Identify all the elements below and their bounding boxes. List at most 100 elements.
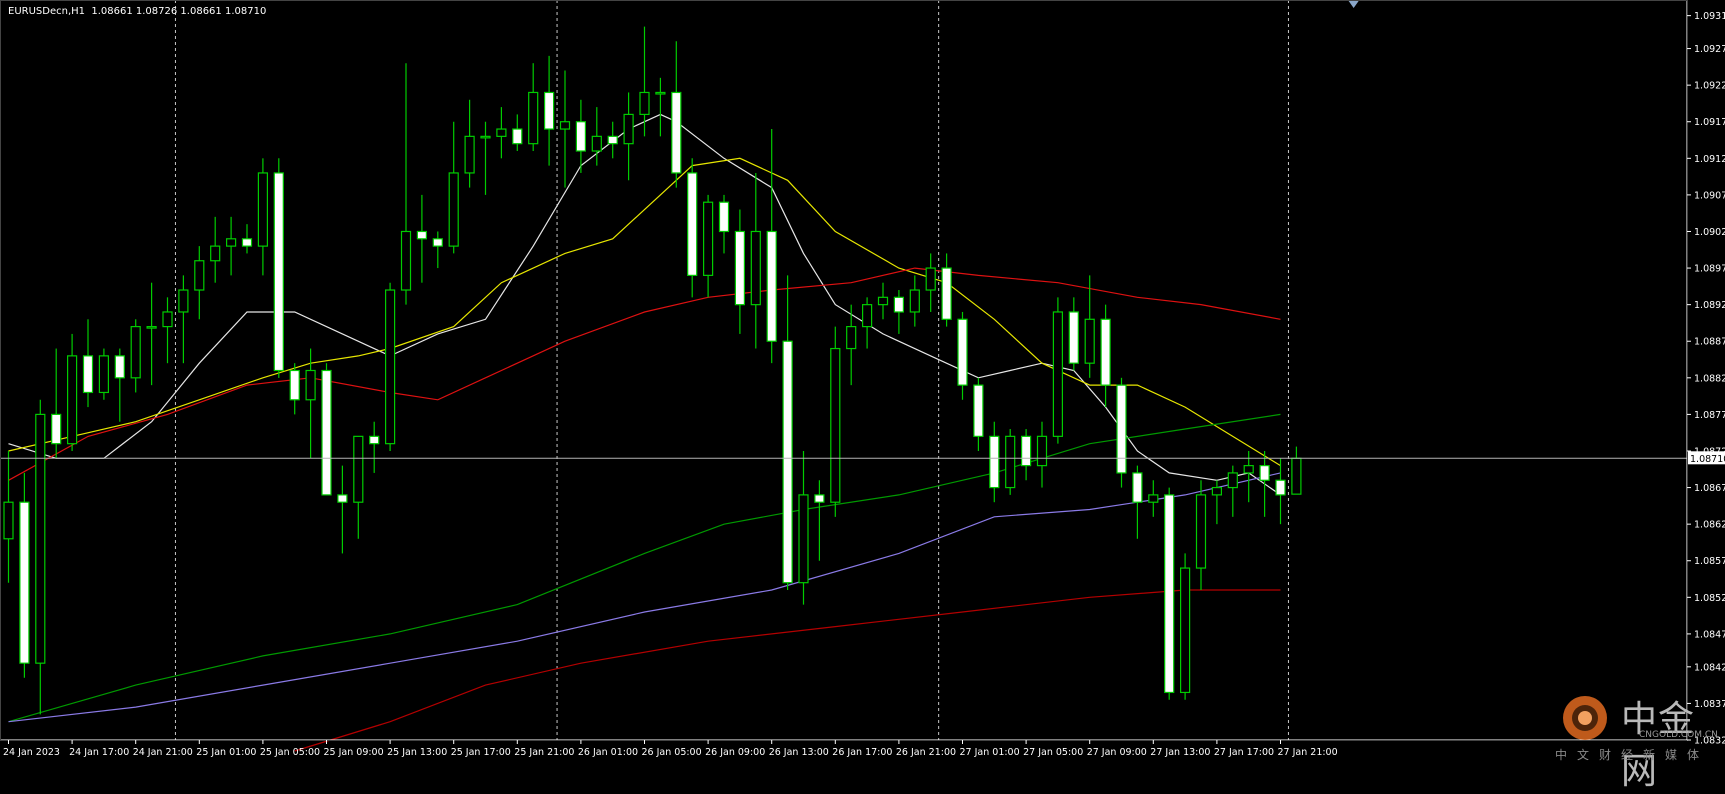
candle <box>941 253 952 327</box>
candle-body-bear <box>957 318 968 386</box>
x-tick-label: 25 Jan 21:00 <box>514 747 574 758</box>
candle-body-bear <box>973 384 984 437</box>
candle <box>1148 480 1159 517</box>
candle <box>1132 465 1143 539</box>
candle-body-bear <box>766 230 777 342</box>
candle <box>432 231 443 269</box>
candle <box>480 121 491 195</box>
candle <box>973 377 984 451</box>
candle-body-bull <box>655 91 666 95</box>
plot-frame <box>0 0 1688 741</box>
y-tick-label: 1.08970 <box>1694 264 1725 275</box>
x-tick-label: 27 Jan 17:00 <box>1214 747 1274 758</box>
candle <box>750 172 761 349</box>
candle-body-bull <box>861 304 873 328</box>
watermark-brand: 中金网 <box>1621 699 1696 792</box>
price-axis: 1.09315 1.09270 1.09220 1.09170 1.09120 1.090… <box>0 0 1725 747</box>
candle <box>178 275 189 364</box>
candle <box>1164 487 1175 700</box>
candle-body-bear <box>814 494 825 503</box>
candle-body-bull <box>1179 567 1191 694</box>
watermark-domain: CNGOLD.COM.CN <box>1639 730 1718 740</box>
candle-body-bull <box>385 289 396 445</box>
candle <box>448 121 459 254</box>
candle <box>1020 429 1032 481</box>
x-tick-label: 26 Jan 01:00 <box>578 747 638 758</box>
candle <box>273 158 284 378</box>
candle-body-bear <box>941 267 952 320</box>
candle <box>51 348 62 459</box>
y-tick-label: 1.08470 <box>1694 629 1725 640</box>
candle-body-bull <box>257 172 268 247</box>
candle-body-bear <box>543 91 555 130</box>
candle <box>1275 458 1286 525</box>
candle <box>353 435 364 539</box>
candle-body-bull <box>480 135 491 139</box>
candle-body-bull <box>909 289 920 313</box>
y-tick-label: 1.09315 <box>1694 11 1725 22</box>
x-tick-label: 27 Jan 09:00 <box>1087 747 1147 758</box>
candle-body-bull <box>559 121 571 130</box>
candle <box>861 297 873 349</box>
candle <box>718 194 730 254</box>
candle-body-bear <box>416 230 427 240</box>
candle-body-bull <box>639 91 650 116</box>
candle-body-bull <box>464 135 475 174</box>
y-tick-label: 1.09270 <box>1694 44 1725 55</box>
candle-body-bull <box>591 135 602 152</box>
time-separator-grid <box>174 0 1289 740</box>
x-tick-label: 27 Jan 13:00 <box>1150 747 1210 758</box>
candle-body-bull <box>400 230 412 291</box>
y-tick-label: 1.09220 <box>1694 81 1725 92</box>
price-chart[interactable]: 1.09315 1.09270 1.09220 1.09170 1.09120 1.090… <box>0 0 1725 764</box>
candle-body-bull <box>162 311 173 328</box>
candle-body-bull <box>35 413 46 664</box>
candle-body-bear <box>51 413 62 445</box>
candle <box>241 224 253 254</box>
chart-shift-marker-icon[interactable] <box>1348 1 1359 8</box>
candle <box>210 216 221 283</box>
y-tick-label: 1.08425 <box>1694 662 1725 673</box>
candle-body-bear <box>1068 311 1079 364</box>
x-tick-label: 26 Jan 05:00 <box>642 747 702 758</box>
candle <box>400 63 412 305</box>
candle-body-bull <box>1211 486 1223 496</box>
candle-body-bull <box>830 347 841 503</box>
x-tick-label: 26 Jan 09:00 <box>705 747 765 758</box>
candle-body-bear <box>512 128 523 145</box>
y-tick-label: 1.09020 <box>1694 227 1725 238</box>
candle-body-bear <box>273 172 284 372</box>
candle-body-bull <box>194 260 205 291</box>
candle-body-bull <box>496 128 507 137</box>
candle-body-bull <box>1195 494 1207 569</box>
candle <box>671 41 682 188</box>
candle-body-bull <box>528 91 539 145</box>
candle-body-bull <box>750 230 761 306</box>
candle <box>146 282 157 386</box>
watermark-subtitle: 中文财经新媒体 <box>1555 748 1710 762</box>
candle-body-bull <box>925 267 936 291</box>
candle <box>19 472 30 678</box>
candle-body-bull <box>1243 465 1254 474</box>
candle-body-bull <box>146 325 157 329</box>
candle <box>559 70 571 188</box>
candle-body-bear <box>1164 494 1175 694</box>
current-price-label: 1.08710 <box>1690 454 1725 465</box>
moving-average-lines <box>8 113 1281 752</box>
watermark: 中金网 CNGOLD.COM.CN 中文财经新媒体 <box>1547 688 1718 792</box>
candle-body-bear <box>1259 465 1270 481</box>
candle <box>1052 297 1064 444</box>
y-tick-label: 1.08820 <box>1694 373 1725 384</box>
candle <box>543 55 555 166</box>
candle <box>655 77 666 137</box>
candle <box>337 465 348 554</box>
candle <box>925 253 936 312</box>
candle <box>687 158 698 298</box>
candle <box>82 319 94 408</box>
x-tick-label: 27 Jan 21:00 <box>1278 747 1338 758</box>
candle-body-bull <box>226 238 237 247</box>
candle-body-bull <box>702 201 714 276</box>
candle-body-bull <box>1084 318 1095 364</box>
ma-line-ma_long_green <box>8 413 1281 723</box>
y-tick-label: 1.08620 <box>1694 520 1725 531</box>
